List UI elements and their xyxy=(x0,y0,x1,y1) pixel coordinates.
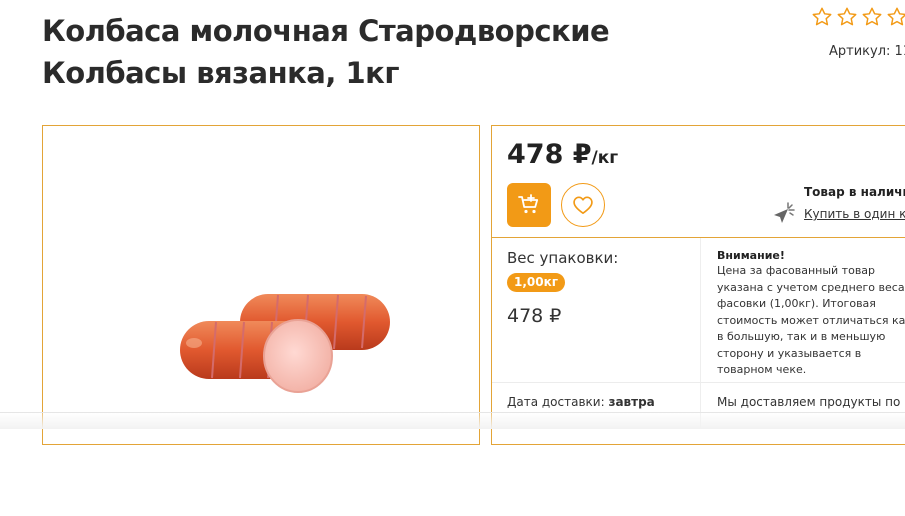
add-to-favorites-button[interactable] xyxy=(561,183,605,227)
star-icon[interactable] xyxy=(861,6,883,28)
star-icon[interactable] xyxy=(836,6,858,28)
product-price: 478 ₽/кг xyxy=(507,139,618,170)
notice-title: Внимание! xyxy=(717,249,785,262)
weight-option-badge[interactable]: 1,00кг xyxy=(507,273,566,292)
divider xyxy=(492,382,905,383)
star-icon[interactable] xyxy=(886,6,905,28)
add-to-cart-button[interactable] xyxy=(507,183,551,227)
bottom-bar xyxy=(0,412,905,429)
add-to-cart-icon xyxy=(518,194,539,214)
price-unit: /кг xyxy=(591,148,619,168)
star-icon[interactable] xyxy=(811,6,833,28)
notice-text: Цена за фасованный товар указана с учето… xyxy=(717,264,905,376)
click-cursor-icon xyxy=(770,202,795,227)
delivery-note: Мы доставляем продукты по xyxy=(717,395,901,409)
divider xyxy=(492,237,905,238)
weight-label: Вес упаковки: xyxy=(507,249,619,267)
delivery-value: завтра xyxy=(608,395,655,409)
sausage-slice xyxy=(263,319,333,393)
divider xyxy=(700,238,701,428)
buy-one-click-link[interactable]: Купить в один кл xyxy=(804,207,905,221)
product-image-frame[interactable] xyxy=(42,125,480,445)
heart-icon xyxy=(573,196,593,214)
product-image xyxy=(180,294,390,393)
price-value: 478 ₽ xyxy=(507,139,592,170)
delivery-label: Дата доставки: xyxy=(507,395,605,409)
stock-status: Товар в наличи xyxy=(804,185,905,199)
pack-price: 478 ₽ xyxy=(507,305,562,327)
article-number: Артикул: 11 xyxy=(829,44,905,59)
product-title: Колбаса молочная Стародворские Колбасы в… xyxy=(42,14,610,90)
rating-stars[interactable] xyxy=(811,6,905,28)
delivery-date: Дата доставки: завтра xyxy=(507,395,655,409)
